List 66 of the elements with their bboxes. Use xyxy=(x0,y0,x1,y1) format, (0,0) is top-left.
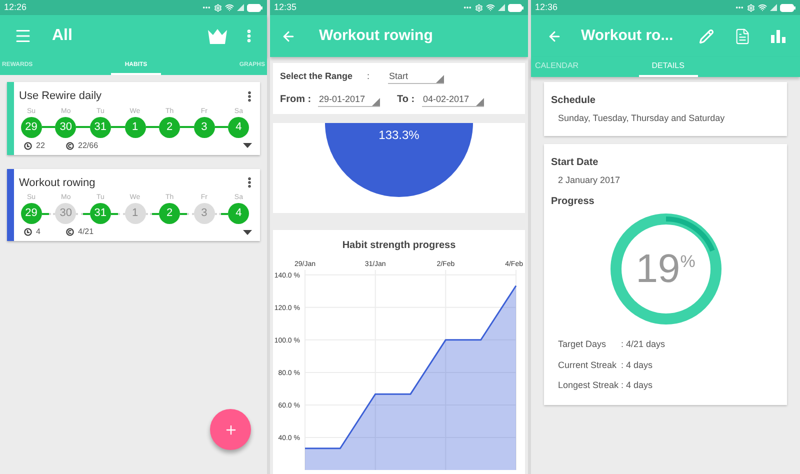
pie-label: 133.3% xyxy=(378,127,420,144)
streak-count: 22 xyxy=(36,140,46,152)
stat-value: : 4 days xyxy=(621,358,653,372)
gear-icon xyxy=(747,4,755,12)
back-icon[interactable] xyxy=(547,28,562,44)
copyright-icon xyxy=(66,142,74,150)
habit-name: Use Rewire daily xyxy=(19,89,102,104)
from-label: From : xyxy=(280,93,312,107)
wifi-icon xyxy=(486,3,495,12)
dropdown-corner-icon xyxy=(476,98,484,106)
score-count: 22/66 xyxy=(78,140,98,152)
back-icon[interactable] xyxy=(281,28,296,44)
battery-icon xyxy=(508,4,524,12)
copyright-icon xyxy=(66,228,74,236)
start-date-text: 2 January 2017 xyxy=(557,174,622,187)
wifi-icon xyxy=(225,3,234,12)
dropdown-field[interactable]: 29-01-2017 xyxy=(318,92,380,106)
gear-icon xyxy=(475,4,483,12)
battery-icon xyxy=(780,4,796,12)
progress-unit: % xyxy=(680,251,696,273)
battery-icon xyxy=(247,4,263,12)
progress-value: 19 xyxy=(636,249,680,289)
screen-title: Workout ro... xyxy=(581,26,674,46)
status-time: 12:26 xyxy=(4,3,27,12)
wifi-icon xyxy=(758,3,767,12)
to-label: To : xyxy=(397,93,416,107)
dropdown-corner-icon xyxy=(436,75,444,83)
schedule-text: Sunday, Tuesday, Thursday and Saturday xyxy=(557,112,726,125)
dropdown-field[interactable]: Start xyxy=(388,70,444,84)
stat-label: Current Streak xyxy=(558,358,618,372)
clock-icon xyxy=(24,228,32,236)
habit-name: Workout rowing xyxy=(19,176,96,190)
schedule-heading: Schedule xyxy=(551,94,596,108)
plus-icon xyxy=(224,422,238,436)
status-time: 12:36 xyxy=(535,3,558,12)
signal-icon xyxy=(770,4,777,11)
screen-title: Workout rowing xyxy=(319,26,433,46)
dropdown-caret-icon[interactable] xyxy=(243,230,252,234)
start-date-heading: Start Date xyxy=(551,156,600,170)
chart-title: Habit strength progress xyxy=(341,239,457,253)
tab[interactable]: CALENDAR xyxy=(531,57,579,77)
clock-icon xyxy=(24,142,32,150)
status-time: 12:35 xyxy=(274,3,297,12)
signal-icon xyxy=(237,4,244,11)
stat-value: : 4 days xyxy=(621,379,653,392)
dropdown-field[interactable]: 04-02-2017 xyxy=(422,92,484,106)
stat-value: : 4/21 days xyxy=(621,338,666,351)
dropdown-corner-icon xyxy=(372,98,380,106)
signal-icon xyxy=(498,4,505,11)
document-icon[interactable] xyxy=(734,28,751,44)
bar-chart-icon[interactable] xyxy=(771,30,786,42)
dropdown-caret-icon[interactable] xyxy=(243,143,252,148)
range-label: Select the Range xyxy=(280,70,354,84)
add-button[interactable] xyxy=(210,409,251,450)
crown-icon[interactable] xyxy=(208,28,227,44)
edit-icon[interactable] xyxy=(699,28,714,44)
menu-icon[interactable] xyxy=(14,27,32,45)
progress-heading: Progress xyxy=(551,195,596,209)
tab[interactable]: DETAILS xyxy=(638,57,698,77)
screen-title: All xyxy=(52,26,72,46)
gear-icon xyxy=(214,4,222,12)
range-separator: : xyxy=(367,70,371,84)
stat-label: Target Days xyxy=(558,338,608,351)
streak-count: 4 xyxy=(36,226,42,238)
score-count: 4/21 xyxy=(78,226,94,238)
stat-label: Longest Streak xyxy=(558,379,619,392)
